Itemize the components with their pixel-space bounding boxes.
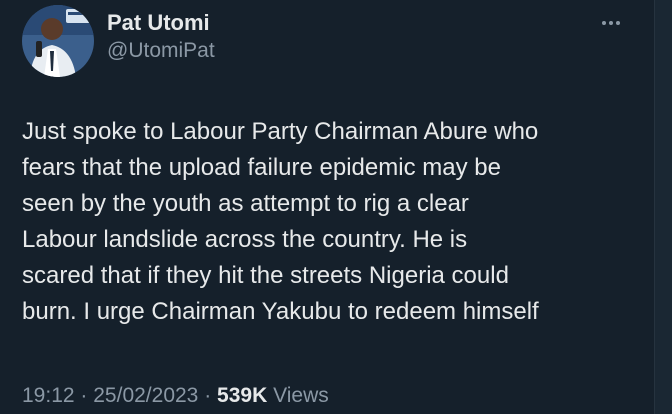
views-label: Views xyxy=(273,384,329,407)
dot xyxy=(616,21,620,25)
tweet-time[interactable]: 19:12 xyxy=(22,384,75,407)
avatar[interactable] xyxy=(22,5,94,77)
author-handle[interactable]: @UtomiPat xyxy=(107,38,215,64)
author-block: Pat Utomi @UtomiPat xyxy=(107,10,215,64)
author-display-name[interactable]: Pat Utomi xyxy=(107,10,215,36)
meta-separator: · xyxy=(204,384,212,407)
tweet-text: Just spoke to Labour Party Chairman Abur… xyxy=(22,118,539,325)
tweet-card: Pat Utomi @UtomiPat Just spoke to Labour… xyxy=(0,0,672,414)
tweet-date[interactable]: 25/02/2023 xyxy=(93,384,198,407)
views-count[interactable]: 539K xyxy=(217,384,267,407)
tweet-meta: 19:12 · 25/02/2023 · 539K Views xyxy=(22,382,329,410)
more-horizontal-icon[interactable] xyxy=(596,8,626,38)
dot xyxy=(609,21,613,25)
meta-separator: · xyxy=(80,384,88,407)
adjacent-panel-edge xyxy=(654,0,672,414)
dot xyxy=(602,21,606,25)
avatar-photo xyxy=(22,5,94,77)
